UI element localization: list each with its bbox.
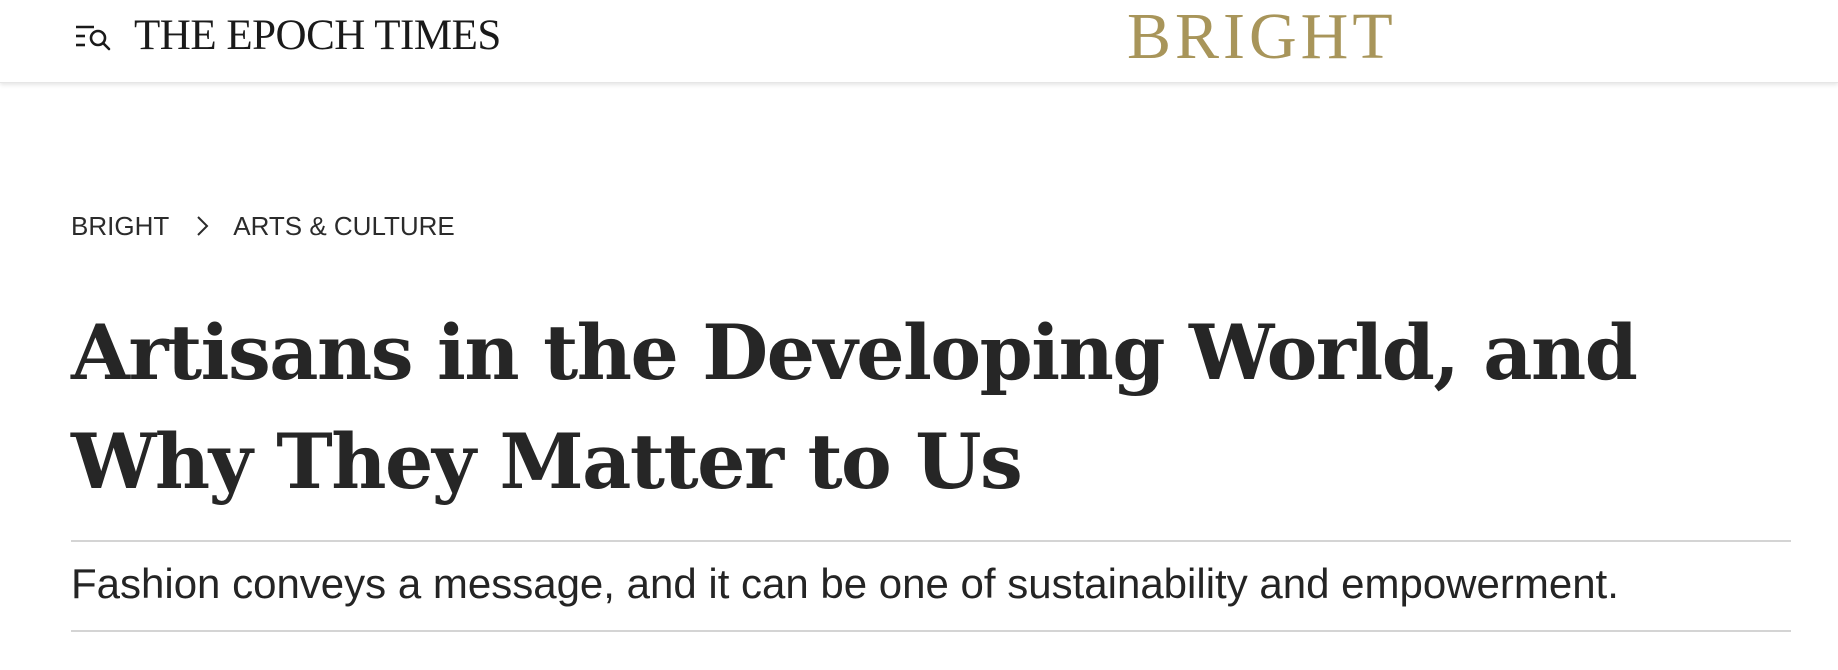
chevron-right-icon [195, 215, 209, 237]
article-subtitle: Fashion conveys a message, and it can be… [71, 560, 1619, 607]
article-title: Artisans in the Developing World, and Wh… [71, 308, 1638, 506]
menu-search-icon [76, 25, 111, 51]
divider [71, 630, 1791, 632]
site-logo[interactable]: THE EPOCH TIMES [134, 12, 501, 60]
site-header: THE EPOCH TIMES BRIGHT [0, 0, 1838, 83]
breadcrumb-item-bright[interactable]: BRIGHT [71, 211, 169, 242]
menu-search-button[interactable] [74, 21, 118, 53]
breadcrumb-item-arts-culture[interactable]: ARTS & CULTURE [233, 211, 455, 242]
breadcrumb: BRIGHT ARTS & CULTURE [71, 210, 455, 242]
divider [71, 540, 1791, 542]
bright-section-logo[interactable]: BRIGHT [1127, 0, 1397, 74]
